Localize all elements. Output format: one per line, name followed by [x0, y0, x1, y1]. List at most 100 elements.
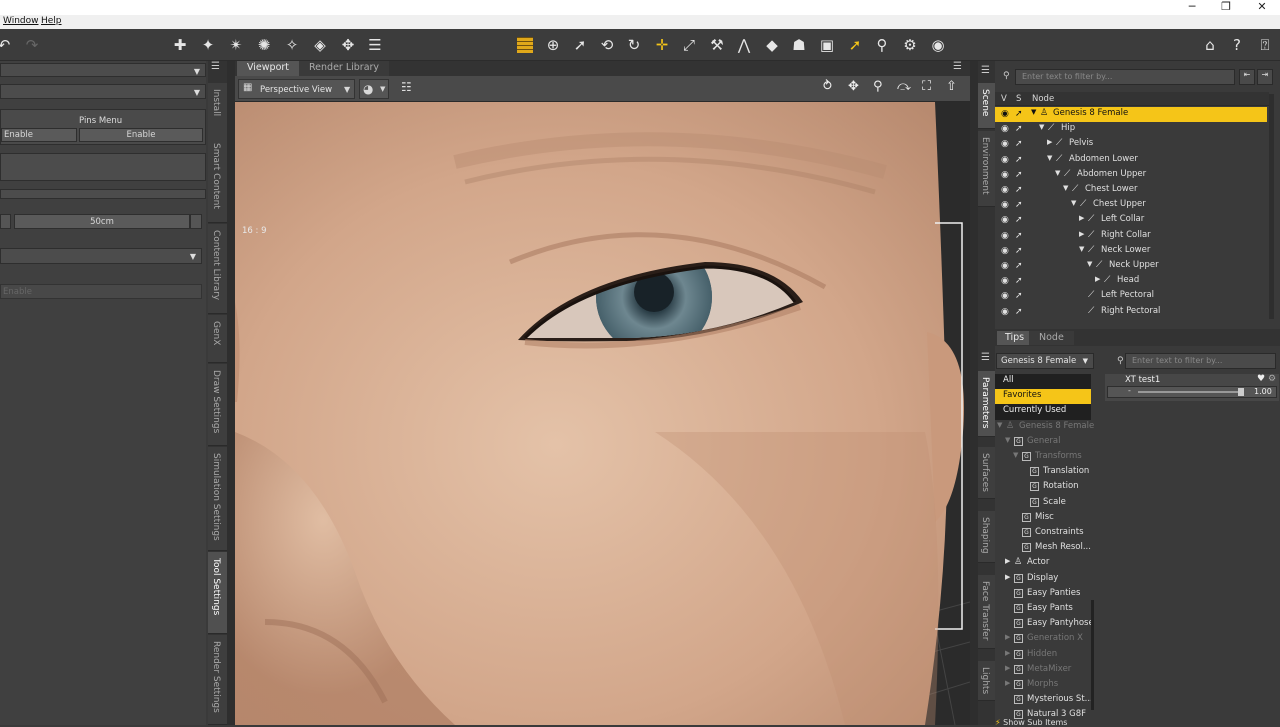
- zoom-icon[interactable]: ⚲: [873, 79, 883, 94]
- dolly-icon[interactable]: ⤼: [897, 79, 911, 94]
- enable-left-button[interactable]: Enable: [1, 128, 77, 142]
- parameter-group-item[interactable]: G Constraints: [995, 526, 1091, 541]
- left-splitter[interactable]: [227, 61, 235, 725]
- parameter-group-item[interactable]: G Easy Pants: [995, 602, 1091, 617]
- collapsed-triangle-icon[interactable]: ▶: [1005, 649, 1010, 657]
- figure-select[interactable]: Genesis 8 Female ▼: [996, 353, 1094, 369]
- tab-render-settings[interactable]: Render Settings: [208, 635, 227, 725]
- expand-arrow-icon[interactable]: ⇥: [1257, 69, 1273, 85]
- menu-window[interactable]: Window: [3, 16, 39, 26]
- visibility-eye-icon[interactable]: ◉: [1001, 231, 1009, 241]
- expand-triangle-icon[interactable]: ▼: [1005, 436, 1010, 444]
- selectable-cursor-icon[interactable]: ➚: [1015, 170, 1023, 180]
- tool-dropdown[interactable]: ▼: [0, 63, 206, 77]
- tab-tips[interactable]: Tips: [997, 331, 1033, 345]
- collapsed-triangle-icon[interactable]: ▶: [1005, 664, 1010, 672]
- property-slider[interactable]: - 1.00: [1107, 386, 1277, 398]
- collapsed-triangle-icon[interactable]: ▶: [1079, 230, 1084, 238]
- parameter-group-item[interactable]: Favorites: [995, 389, 1091, 405]
- parameter-group-item[interactable]: ▶ G Display: [995, 572, 1091, 587]
- selectable-cursor-icon[interactable]: ➚: [1015, 200, 1023, 210]
- expand-triangle-icon[interactable]: ▼: [1039, 123, 1044, 131]
- options-menu-icon[interactable]: ☷: [401, 80, 412, 94]
- close-button[interactable]: ✕: [1245, 0, 1279, 15]
- scene-node-row[interactable]: ◉ ➚ ▼ ⟋ Neck Upper: [995, 259, 1267, 274]
- tab-render-library[interactable]: Render Library: [299, 61, 390, 76]
- parameter-group-item[interactable]: ▼ G General: [995, 435, 1091, 450]
- collapsed-triangle-icon[interactable]: ▶: [1047, 138, 1052, 146]
- list-menu-icon[interactable]: ☰: [365, 35, 385, 55]
- col-visible[interactable]: V: [1001, 94, 1007, 104]
- parameter-group-item[interactable]: ▼ ♙ Genesis 8 Female: [995, 420, 1094, 435]
- maximize-button[interactable]: ❐: [1209, 0, 1243, 15]
- groups-scrollbar[interactable]: [1091, 600, 1094, 710]
- col-node[interactable]: Node: [1032, 94, 1054, 104]
- collapsed-triangle-icon[interactable]: ▶: [1005, 679, 1010, 687]
- tab-draw-settings[interactable]: Draw Settings: [208, 364, 227, 446]
- visibility-eye-icon[interactable]: ◉: [1001, 246, 1009, 256]
- power-pose-icon[interactable]: ➚: [845, 35, 865, 55]
- scene-node-row[interactable]: ◉ ➚ ▶ ⟋ Right Collar: [995, 229, 1267, 244]
- parameter-group-item[interactable]: G Easy Panties: [995, 587, 1091, 602]
- expand-triangle-icon[interactable]: ▼: [1063, 184, 1068, 192]
- visibility-eye-icon[interactable]: ◉: [1001, 307, 1009, 317]
- mode-dropdown[interactable]: ▼: [0, 248, 202, 264]
- scene-scrollbar[interactable]: [1269, 94, 1274, 319]
- expand-triangle-icon[interactable]: ▼: [997, 421, 1002, 429]
- parameter-group-item[interactable]: G Scale: [995, 496, 1091, 511]
- slider-right-handle[interactable]: [190, 214, 202, 229]
- create-primitive-icon[interactable]: ◈: [310, 35, 330, 55]
- translate-tool-icon[interactable]: ✛: [652, 35, 672, 55]
- parameter-group-item[interactable]: G Mysterious St...: [995, 693, 1093, 708]
- visibility-eye-icon[interactable]: ◉: [1001, 261, 1009, 271]
- scene-node-row[interactable]: ◉ ➚ ▼ ⟋ Hip: [995, 122, 1267, 137]
- tab-shaping[interactable]: Shaping: [978, 511, 995, 563]
- scene-node-row[interactable]: ◉ ➚ ▼ ⟋ Neck Lower: [995, 244, 1267, 259]
- pan-icon[interactable]: ✥: [848, 79, 859, 94]
- parameter-group-item[interactable]: G Translation: [995, 465, 1091, 480]
- parameter-group-item[interactable]: G Misc: [995, 511, 1091, 526]
- scene-node-row[interactable]: ◉ ➚ ▼ ⟋ Chest Lower: [995, 183, 1267, 198]
- parameter-group-item[interactable]: G Rotation: [995, 480, 1091, 495]
- help-icon[interactable]: ⍰: [1255, 35, 1275, 55]
- selectable-cursor-icon[interactable]: ➚: [1015, 261, 1023, 271]
- frame-icon[interactable]: ⛶: [922, 79, 931, 94]
- help-tip-icon[interactable]: ?: [1227, 35, 1247, 55]
- minimize-button[interactable]: ─: [1175, 0, 1209, 15]
- tab-viewport[interactable]: Viewport: [237, 61, 300, 76]
- collapsed-triangle-icon[interactable]: ▶: [1095, 275, 1100, 283]
- viewport-menu-icon[interactable]: ☰: [953, 61, 962, 72]
- orbit-icon[interactable]: ⥁: [823, 79, 832, 94]
- scene-node-row[interactable]: ◉ ➚ ▶ ⟋ Head: [995, 274, 1267, 289]
- parameter-group-item[interactable]: Currently Used: [995, 404, 1091, 420]
- select-arrow-icon[interactable]: ➚: [570, 35, 590, 55]
- ds-home-icon[interactable]: ⌂: [1200, 35, 1220, 55]
- view-select[interactable]: ▦ Perspective View ▼: [238, 79, 355, 99]
- tab-tool-settings[interactable]: Tool Settings: [208, 552, 227, 634]
- expand-triangle-icon[interactable]: ▼: [1055, 169, 1060, 177]
- options-icon[interactable]: ⚙: [1268, 374, 1276, 384]
- tab-simulation-settings[interactable]: Simulation Settings: [208, 447, 227, 551]
- tab-smart-content[interactable]: Smart Content: [208, 137, 227, 223]
- visibility-eye-icon[interactable]: ◉: [1001, 139, 1009, 149]
- parameter-group-item[interactable]: ▶ G Generation X: [995, 632, 1091, 647]
- expand-triangle-icon[interactable]: ▼: [1047, 154, 1052, 162]
- scene-node-row[interactable]: ◉ ➚ ▼ ⟋ Abdomen Upper: [995, 168, 1267, 183]
- parameter-group-item[interactable]: ▶ G MetaMixer: [995, 663, 1091, 678]
- selectable-cursor-icon[interactable]: ➚: [1015, 215, 1023, 225]
- show-sub-items-label[interactable]: ⚡ Show Sub Items: [995, 718, 1067, 727]
- spotlight-add-icon[interactable]: ✦: [198, 35, 218, 55]
- collapsed-triangle-icon[interactable]: ▶: [1005, 573, 1010, 581]
- scene-node-row[interactable]: ◉ ➚ ⟋ Right Pectoral: [995, 305, 1267, 320]
- col-selectable[interactable]: S: [1016, 94, 1021, 104]
- expand-triangle-icon[interactable]: ▼: [1087, 260, 1092, 268]
- menu-help[interactable]: Help: [41, 16, 62, 26]
- surface-selection-icon[interactable]: ◆: [762, 35, 782, 55]
- active-pose-icon[interactable]: ☗: [789, 35, 809, 55]
- selectable-cursor-icon[interactable]: ➚: [1015, 139, 1023, 149]
- selectable-cursor-icon[interactable]: ➚: [1015, 185, 1023, 195]
- parameter-group-item[interactable]: ▶ G Morphs: [995, 678, 1091, 693]
- redo-icon[interactable]: ↷: [22, 35, 42, 55]
- parameter-group-item[interactable]: ▶ ♙ Actor: [995, 556, 1091, 571]
- scene-node-row[interactable]: ◉ ➚ ▶ ⟋ Pelvis: [995, 137, 1267, 152]
